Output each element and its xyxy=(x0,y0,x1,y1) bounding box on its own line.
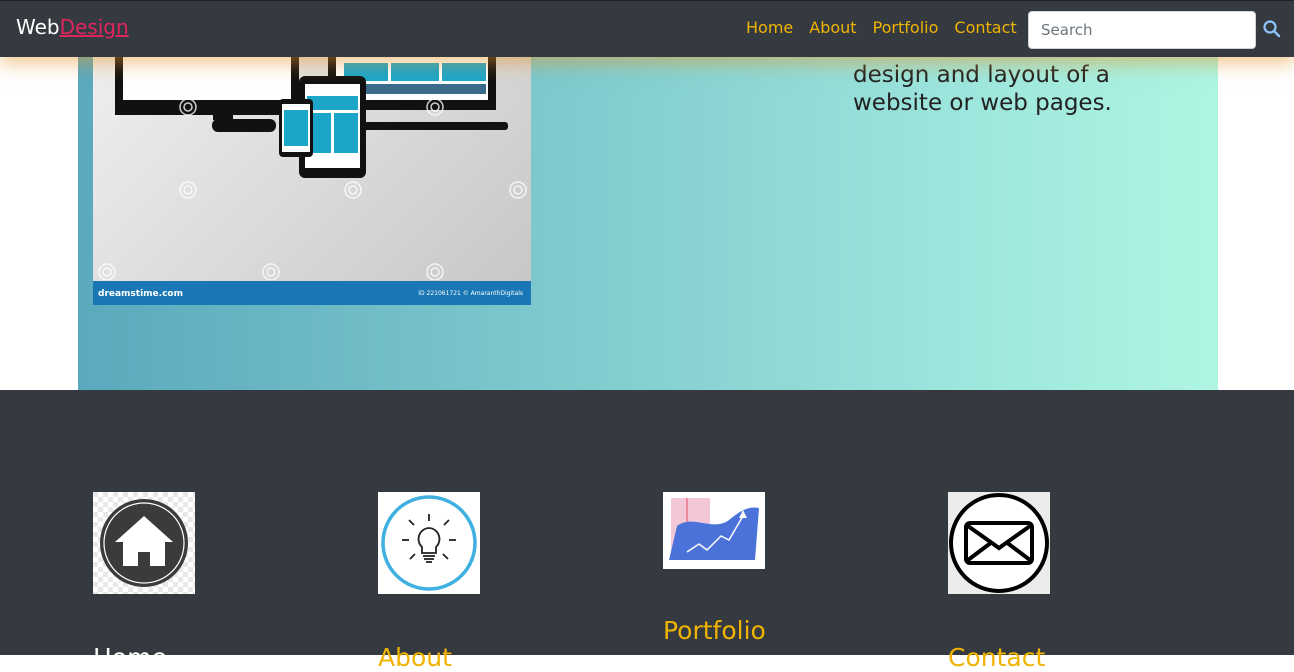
brand-part-design: Design xyxy=(59,15,129,39)
home-icon[interactable] xyxy=(93,492,195,594)
hero-description: design and layout of a website or web pa… xyxy=(853,62,1112,116)
watermark-right: ID 221061721 © AmaranthDigitals xyxy=(418,290,523,297)
feature-card-portfolio[interactable]: Portfolio xyxy=(663,492,883,645)
image-credit-strip: dreamstime.com ID 221061721 © AmaranthDi… xyxy=(93,281,531,305)
feature-label-contact: Contact xyxy=(948,643,1046,672)
search-input[interactable] xyxy=(1028,11,1256,49)
brand-part-web: Web xyxy=(16,15,60,39)
lightbulb-icon[interactable] xyxy=(378,492,480,594)
search-icon[interactable] xyxy=(1262,19,1282,39)
feature-card-contact[interactable]: Contact xyxy=(948,492,1168,672)
features-section: Home About Portfolio Contact xyxy=(0,390,1294,672)
nav-links: Home About Portfolio Contact xyxy=(746,18,1017,37)
feature-card-about[interactable]: About xyxy=(378,492,598,672)
envelope-icon[interactable] xyxy=(948,492,1050,594)
nav-link-about[interactable]: About xyxy=(809,18,856,37)
feature-label-home: Home xyxy=(93,643,167,672)
feature-card-home[interactable]: Home xyxy=(93,492,313,672)
nav-link-home[interactable]: Home xyxy=(746,18,793,37)
watermark-left: dreamstime.com xyxy=(98,289,183,299)
nav-link-portfolio[interactable]: Portfolio xyxy=(873,18,939,37)
feature-label-about: About xyxy=(378,643,452,672)
feature-label-portfolio: Portfolio xyxy=(663,616,766,645)
nav-link-contact[interactable]: Contact xyxy=(954,18,1016,37)
brand-logo[interactable]: WebDesign xyxy=(16,15,129,39)
navbar: WebDesign Home About Portfolio Contact xyxy=(0,0,1294,57)
growth-chart-icon[interactable] xyxy=(663,492,765,569)
